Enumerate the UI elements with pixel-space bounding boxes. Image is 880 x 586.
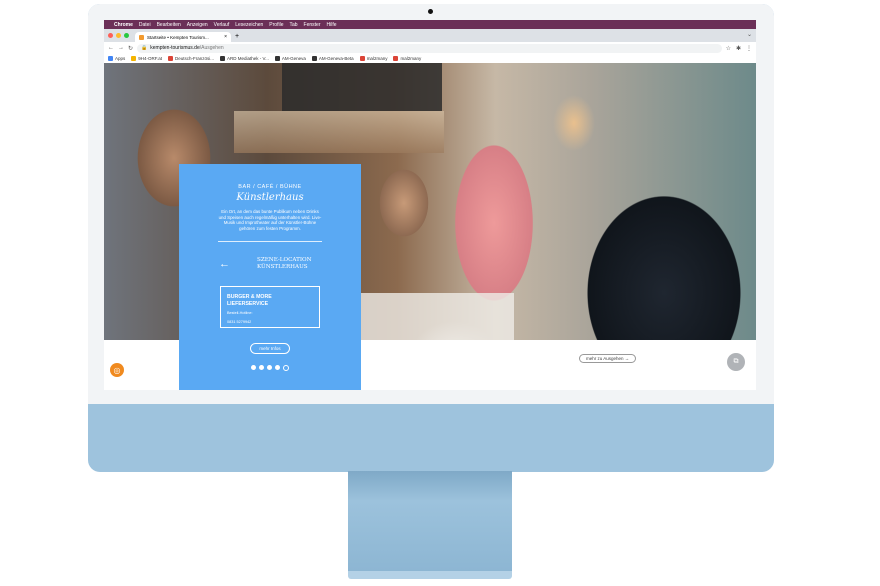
bookmark-label: Apps xyxy=(115,56,126,61)
url-path: /Ausgehen xyxy=(199,45,224,51)
bookmark-favicon-icon xyxy=(359,56,365,61)
toolbar-icons: ☆ ✱ ⋮ xyxy=(726,45,752,52)
close-window-button[interactable] xyxy=(108,33,113,38)
minimize-window-button[interactable] xyxy=(116,33,121,38)
menu-bearbeiten[interactable]: Bearbeiten xyxy=(157,22,181,28)
chalkboard-menu xyxy=(282,63,442,111)
imac-stand xyxy=(348,471,512,571)
bookmark-star-icon[interactable]: ☆ xyxy=(726,45,731,52)
bookmark-label: mal2many xyxy=(366,56,388,61)
location-line-2: KÜNSTLERHAUS xyxy=(257,264,308,271)
slider-dot-5[interactable] xyxy=(283,365,289,372)
panel-divider xyxy=(218,241,322,243)
browser-tabstrip: Startseite • Kempten Tourism... × + ⌄ xyxy=(104,29,756,42)
panel-title: Künstlerhaus xyxy=(236,192,304,203)
extensions-icon[interactable]: ✱ xyxy=(736,45,741,52)
bookmark-favicon-icon xyxy=(311,56,317,61)
delivery-title-2: LIEFERSERVICE xyxy=(227,300,269,307)
slider-dot-3[interactable] xyxy=(267,365,272,371)
bookmark-label: AM-Geneva xyxy=(281,56,306,61)
imac-display-frame: Chrome Datei Bearbeiten Anzeigen Verlauf… xyxy=(88,4,774,404)
slider-dots xyxy=(179,365,361,372)
hotline-label: Bestell-Hotline: xyxy=(227,311,253,316)
tab-search-icon[interactable]: ⌄ xyxy=(747,31,752,38)
more-info-button[interactable]: mehr Infos xyxy=(250,343,290,355)
bookmark-favicon-icon xyxy=(393,56,399,61)
bookmark-favicon-icon xyxy=(220,56,226,61)
zoom-window-button[interactable] xyxy=(124,33,129,38)
reload-icon[interactable]: ↻ xyxy=(128,45,133,52)
macos-menubar: Chrome Datei Bearbeiten Anzeigen Verlauf… xyxy=(104,20,756,29)
back-icon[interactable]: ← xyxy=(108,45,114,51)
bookmark-am-geneva[interactable]: AM-Geneva xyxy=(274,56,306,61)
location-label: SZENE-LOCATION KÜNSTLERHAUS xyxy=(257,257,312,271)
tab-startseite[interactable]: Startseite • Kempten Tourism... × xyxy=(135,32,231,42)
menu-verlauf[interactable]: Verlauf xyxy=(214,22,230,28)
new-tab-button[interactable]: + xyxy=(231,33,243,42)
menu-tab[interactable]: Tab xyxy=(289,22,297,28)
menu-datei[interactable]: Datei xyxy=(139,22,151,28)
slider-dot-2[interactable] xyxy=(259,365,264,371)
forward-icon[interactable]: → xyxy=(118,45,124,51)
slider-dot-4[interactable] xyxy=(275,365,280,371)
menu-lesezeichen[interactable]: Lesezeichen xyxy=(235,22,263,28)
lock-icon: 🔒 xyxy=(141,45,148,51)
bookmark-am-geneva-beta[interactable]: AM-Geneva-Beta xyxy=(311,56,354,61)
menu-hilfe[interactable]: Hilfe xyxy=(327,22,337,28)
bookmark-ard-mediathek[interactable]: ARD Mediathek - V... xyxy=(220,56,269,61)
site-logo[interactable]: ◎ xyxy=(110,363,124,377)
imac-body: Chrome Datei Bearbeiten Anzeigen Verlauf… xyxy=(88,4,774,472)
bookmark-favicon-icon xyxy=(168,56,174,61)
menu-anzeigen[interactable]: Anzeigen xyxy=(187,22,208,28)
floating-action-button[interactable]: ⧉ xyxy=(727,353,745,371)
bar-shelf xyxy=(234,111,444,153)
bookmark-label: ARD Mediathek - V... xyxy=(227,56,269,61)
location-row: ← SZENE-LOCATION KÜNSTLERHAUS xyxy=(179,254,361,284)
favicon-icon xyxy=(139,34,144,40)
bookmark-favicon-icon xyxy=(274,56,280,61)
bookmark-apps[interactable]: Apps xyxy=(108,56,125,61)
browser-toolbar: ← → ↻ 🔒 kempten-tourismus.de/Ausgehen ☆ … xyxy=(104,42,756,54)
bookmark-orf[interactable]: 9H4-ORF.at xyxy=(131,56,162,61)
chrome-menu-icon[interactable]: ⋮ xyxy=(746,45,752,52)
panel-description: Ein Ort, an dem das bunte Publikum neben… xyxy=(218,209,322,231)
menu-profile[interactable]: Profile xyxy=(269,22,283,28)
bookmark-label: mal2many xyxy=(400,56,422,61)
bookmark-mal2many-2[interactable]: mal2many xyxy=(393,56,421,61)
menu-fenster[interactable]: Fenster xyxy=(304,22,321,28)
menu-chrome[interactable]: Chrome xyxy=(114,22,133,28)
panel-kicker: BAR / CAFÉ / BÜHNE xyxy=(238,184,302,190)
bookmark-label: Deutsch-Französi... xyxy=(175,56,215,61)
slider-dot-1[interactable] xyxy=(251,365,256,371)
window-controls xyxy=(104,33,135,42)
web-page: ◎ BAR / CAFÉ / BÜHNE Künstlerhaus Ein Or… xyxy=(104,63,756,390)
prev-arrow-icon[interactable]: ← xyxy=(219,258,230,270)
bookmark-deutsch-franzoesisch[interactable]: Deutsch-Französi... xyxy=(168,56,214,61)
close-tab-icon[interactable]: × xyxy=(224,34,227,40)
logo-icon: ◎ xyxy=(113,365,121,375)
copy-icon: ⧉ xyxy=(733,358,739,365)
bookmark-label: AM-Geneva-Beta xyxy=(318,56,354,61)
imac-stand-foot xyxy=(348,571,512,579)
camera-icon xyxy=(428,9,433,14)
screen: Chrome Datei Bearbeiten Anzeigen Verlauf… xyxy=(104,20,756,390)
hotline-number: 0831 5279942 xyxy=(227,320,252,325)
bookmark-favicon-icon xyxy=(131,56,137,61)
url-domain: kempten-tourismus.de xyxy=(150,45,200,51)
more-ausgehen-button[interactable]: mehr zu Ausgehen → xyxy=(579,354,637,363)
bookmark-label: 9H4-ORF.at xyxy=(138,56,163,61)
bar-counter xyxy=(354,293,514,340)
address-bar[interactable]: 🔒 kempten-tourismus.de/Ausgehen xyxy=(137,43,722,53)
apps-icon xyxy=(108,56,113,61)
delivery-box[interactable]: BURGER & MORE LIEFERSERVICE Bestell-Hotl… xyxy=(220,286,320,329)
info-panel: BAR / CAFÉ / BÜHNE Künstlerhaus Ein Ort,… xyxy=(179,164,361,390)
bookmark-mal2many[interactable]: mal2many xyxy=(359,56,388,61)
tab-title: Startseite • Kempten Tourism... xyxy=(147,34,209,40)
